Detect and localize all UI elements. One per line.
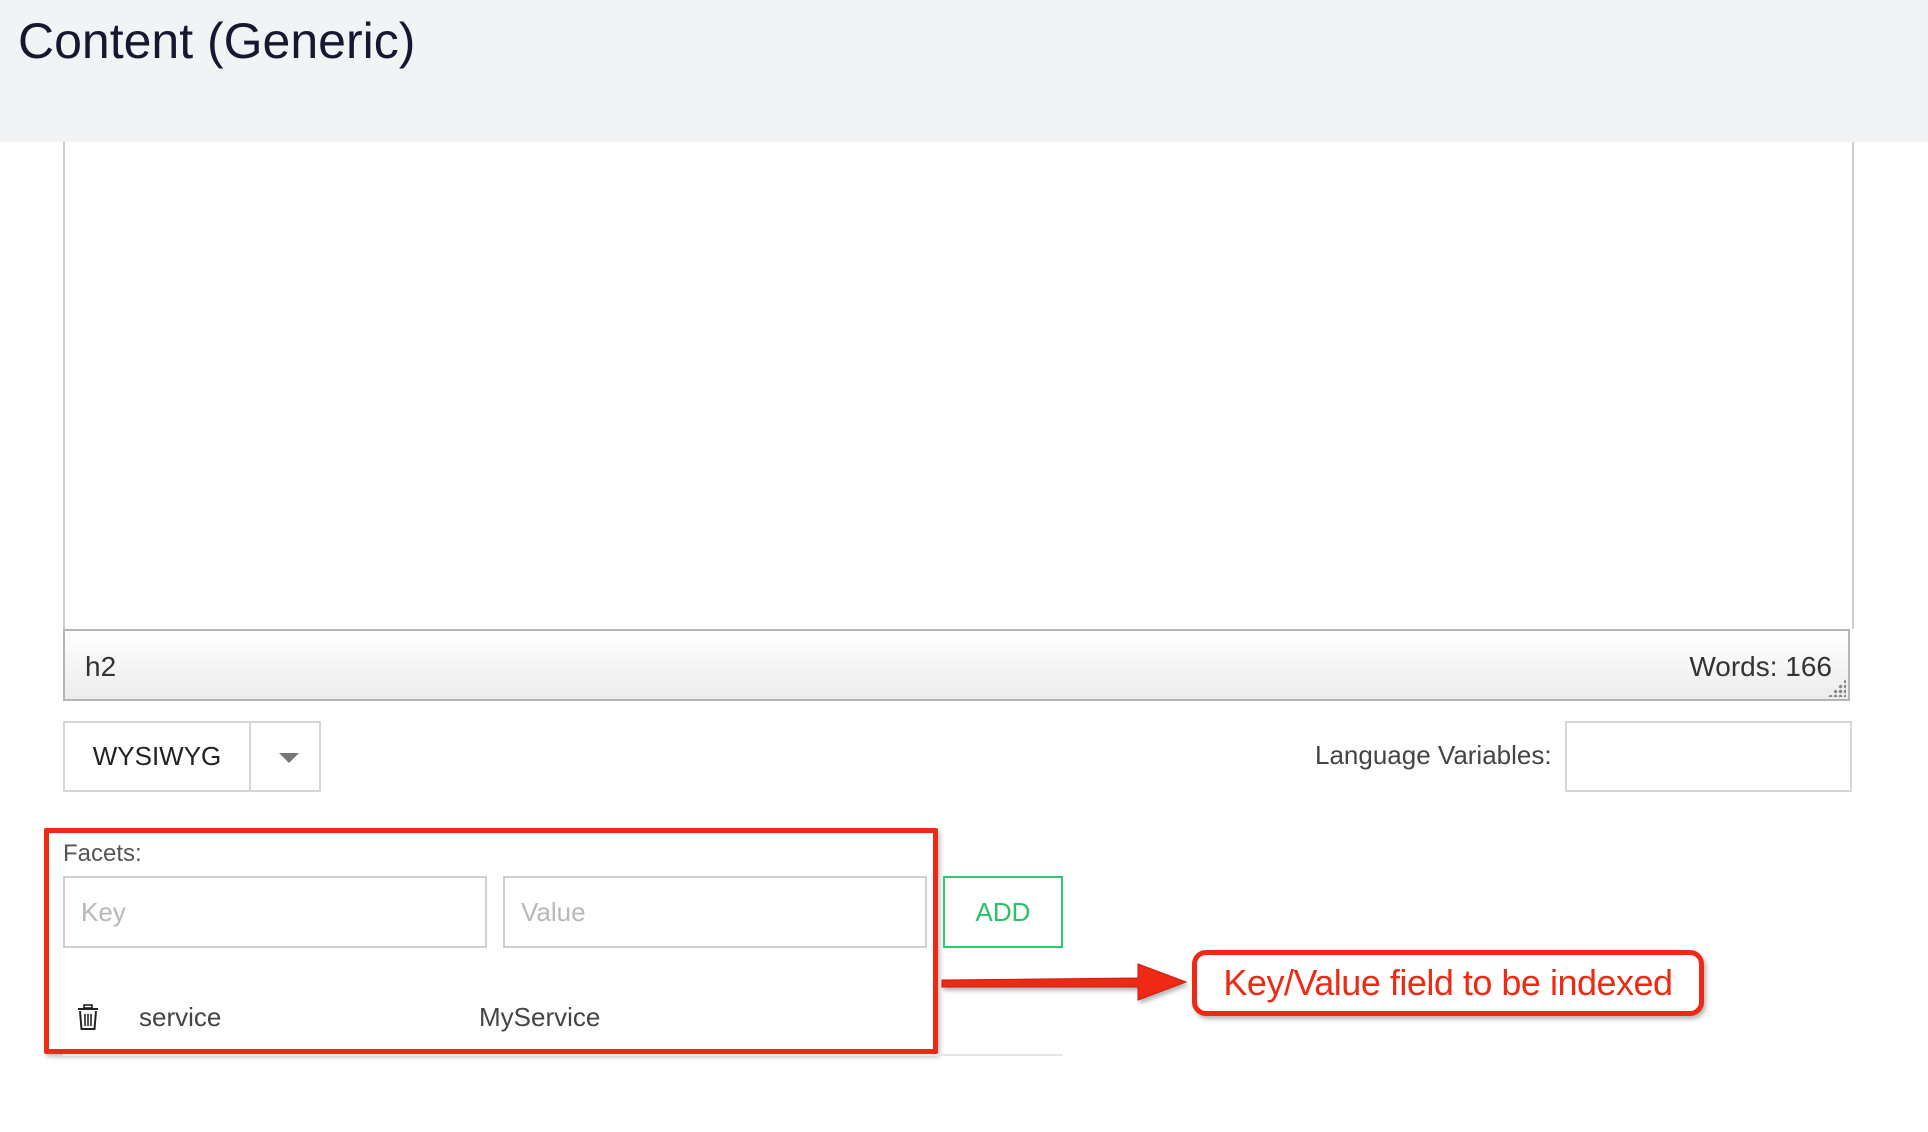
editor-mode-value: WYSIWYG bbox=[65, 723, 251, 790]
facet-key: service bbox=[139, 1002, 222, 1032]
page-title: Content (Generic) bbox=[18, 13, 416, 69]
element-path[interactable]: h2 bbox=[85, 651, 116, 683]
editor-content-area[interactable] bbox=[63, 142, 1854, 629]
annotation-callout-text: Key/Value field to be indexed bbox=[1223, 962, 1673, 1003]
editor-mode-select[interactable]: WYSIWYG bbox=[63, 721, 321, 792]
facet-key-input[interactable] bbox=[63, 876, 487, 948]
caret-down-icon bbox=[279, 753, 299, 763]
language-variables-label: Language Variables: bbox=[1315, 740, 1552, 770]
facet-value: MyService bbox=[479, 1002, 601, 1032]
facets-label: Facets: bbox=[63, 840, 142, 867]
facet-value-input[interactable] bbox=[503, 876, 927, 948]
word-count: Words: 166 bbox=[1689, 651, 1832, 682]
add-facet-button[interactable]: ADD bbox=[943, 876, 1063, 948]
language-variables-input[interactable] bbox=[1565, 721, 1852, 792]
facet-row: service MyService bbox=[63, 990, 1063, 1056]
annotation-arrow bbox=[941, 963, 1188, 1001]
page-header: Content (Generic) bbox=[0, 0, 1928, 142]
annotation-callout: Key/Value field to be indexed bbox=[1192, 950, 1704, 1016]
editor-status-bar: h2 Words: 166 bbox=[63, 629, 1850, 701]
editor-mode-dropdown-toggle[interactable] bbox=[251, 723, 319, 790]
trash-icon[interactable] bbox=[76, 1004, 100, 1030]
